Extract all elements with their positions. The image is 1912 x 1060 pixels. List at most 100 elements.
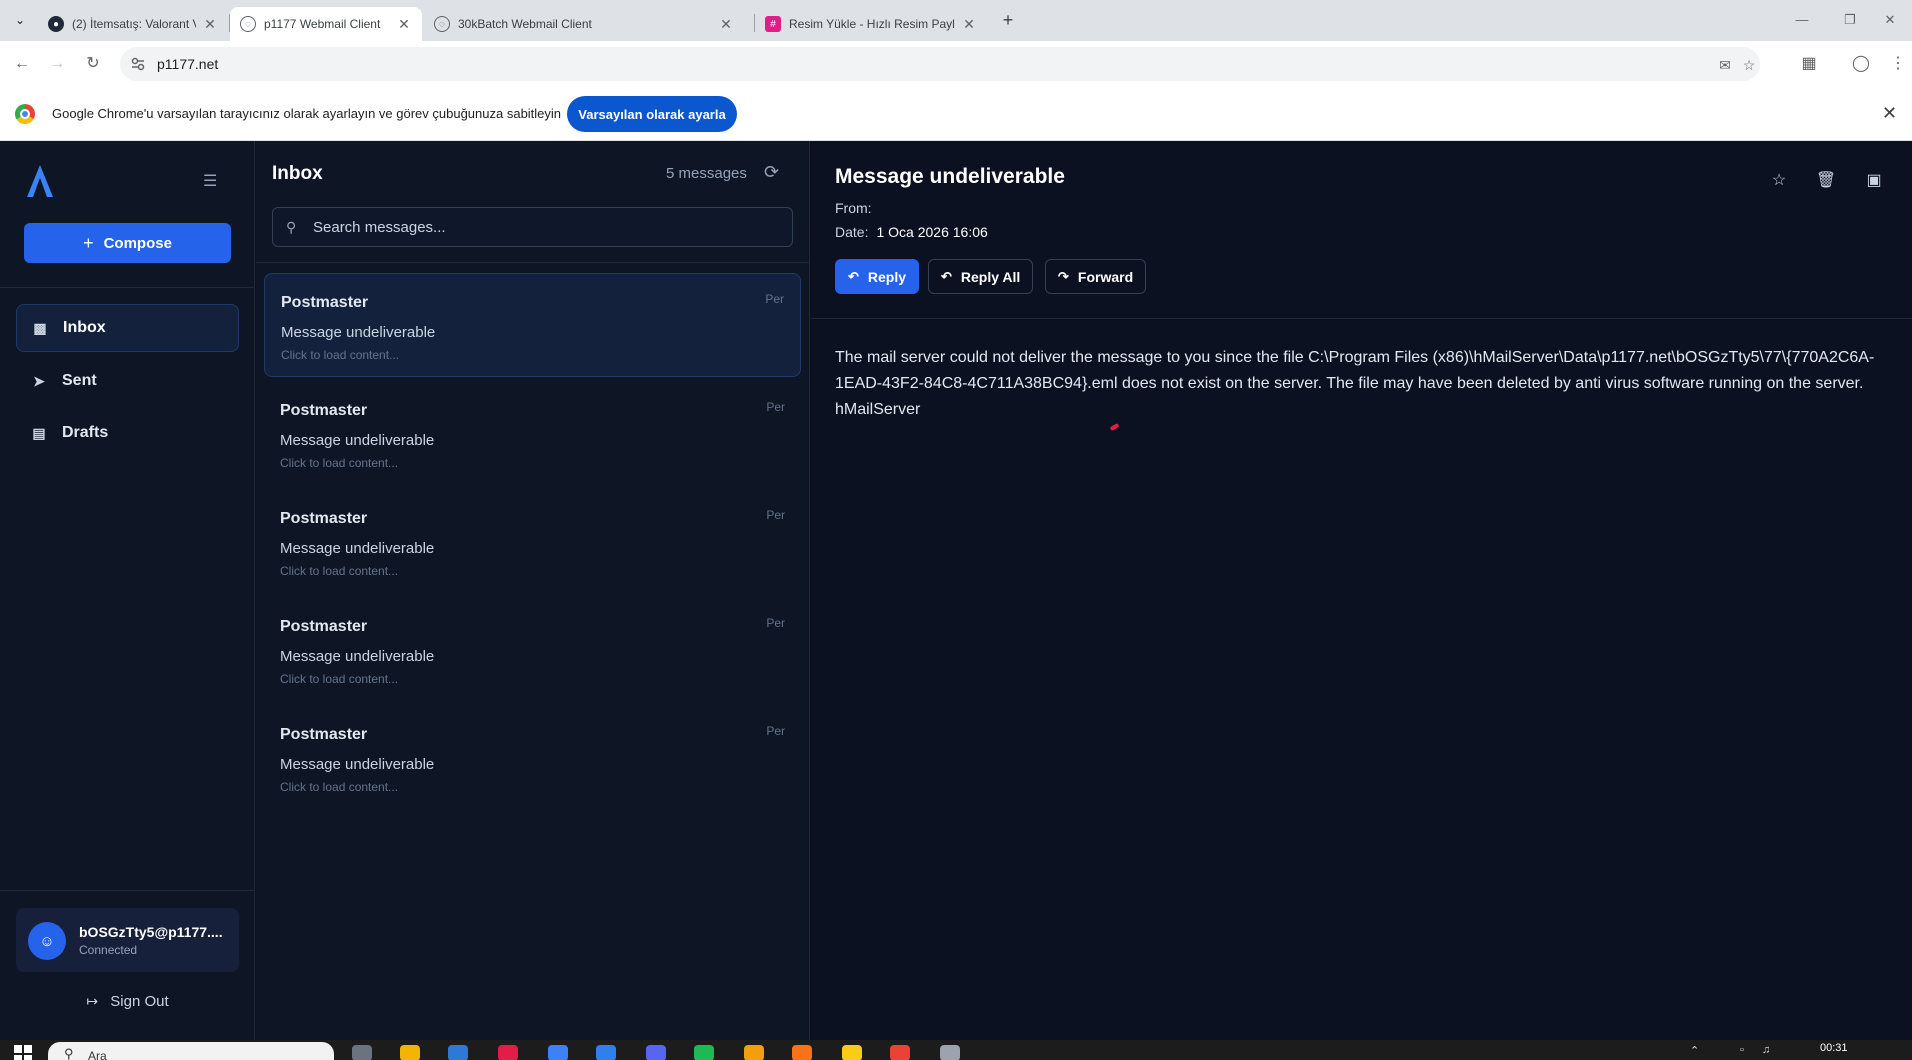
address-bar-row: ← → ↻ p1177.net ✉ ☆ ▦ ◯ ⋮: [0, 41, 1912, 86]
file-explorer-icon[interactable]: [400, 1045, 420, 1060]
tab-30kbatch-webmail[interactable]: ◌ 30kBatch Webmail Client ✕: [424, 7, 744, 41]
new-tab-icon[interactable]: +: [996, 8, 1020, 32]
folder-title: Inbox: [272, 163, 323, 184]
message-preview: Click to load content...: [280, 456, 399, 470]
refresh-icon[interactable]: ⟳: [764, 162, 779, 183]
webmail-app: ☰ + Compose ▩ Inbox ➤ Sent ▤ Drafts ☺ bO…: [0, 141, 1912, 1040]
compose-button[interactable]: + Compose: [24, 223, 231, 263]
minimize-icon[interactable]: —: [1782, 6, 1822, 34]
close-tab-icon[interactable]: ✕: [396, 16, 412, 33]
forward-icon[interactable]: →: [44, 51, 70, 77]
archive-icon[interactable]: ▣: [1863, 170, 1885, 190]
app-icon[interactable]: [940, 1045, 960, 1060]
divider: [0, 890, 255, 891]
app-icon[interactable]: [548, 1045, 568, 1060]
close-tab-icon[interactable]: ✕: [961, 16, 977, 33]
task-view-icon[interactable]: [352, 1045, 372, 1060]
restore-icon[interactable]: ❐: [1830, 6, 1870, 34]
plus-icon: +: [83, 232, 94, 253]
globe-icon: ◌: [240, 16, 256, 32]
tab-resim-yukle[interactable]: # Resim Yükle - Hızlı Resim Paylaş ✕: [755, 7, 987, 41]
trash-icon[interactable]: 🗑︎: [1815, 170, 1837, 190]
search-box: ⚲: [272, 207, 793, 247]
user-account-card[interactable]: ☺ bOSGzTty5@p1177.... Connected: [16, 908, 239, 972]
profile-icon[interactable]: ◯: [1848, 51, 1874, 77]
inbox-icon: ▩: [33, 319, 47, 336]
message-item[interactable]: Postmaster Per Message undeliverable Cli…: [264, 706, 801, 810]
sidebar-item-drafts[interactable]: ▤ Drafts: [16, 409, 239, 457]
connection-status: Connected: [79, 943, 138, 957]
app-icon[interactable]: [792, 1045, 812, 1060]
reply-button[interactable]: ↶ Reply: [835, 259, 920, 294]
message-item[interactable]: Postmaster Per Message undeliverable Cli…: [264, 382, 801, 486]
tab-valorant[interactable]: ● (2) İtemsatış: Valorant VP, Pu ✕: [38, 7, 228, 41]
date-row: Date: 1 Oca 2026 16:06: [835, 224, 988, 240]
windows-start-icon[interactable]: [14, 1045, 32, 1060]
omnibox[interactable]: p1177.net ✉ ☆: [120, 47, 1760, 81]
extensions-icon[interactable]: ▦: [1796, 51, 1822, 77]
taskbar-search-placeholder: Ara: [88, 1049, 107, 1060]
message-date: Per: [766, 400, 785, 414]
tab-title: (2) İtemsatış: Valorant VP, Pu: [72, 17, 196, 31]
reload-icon[interactable]: ↻: [80, 51, 106, 77]
sidebar-item-inbox[interactable]: ▩ Inbox: [16, 304, 239, 352]
message-item[interactable]: Postmaster Per Message undeliverable Cli…: [264, 490, 801, 594]
chevron-up-icon[interactable]: ⌃: [1690, 1044, 1699, 1057]
message-body: The mail server could not deliver the me…: [835, 349, 1875, 418]
message-date: Per: [765, 292, 784, 306]
browser-tab-strip: ⌄ ● (2) İtemsatış: Valorant VP, Pu ✕ ◌ p…: [0, 0, 1912, 41]
star-icon[interactable]: ☆: [1768, 170, 1790, 190]
tab-search-chevron-icon[interactable]: ⌄: [8, 8, 32, 32]
date-value: 1 Oca 2026 16:06: [876, 224, 988, 240]
volume-icon[interactable]: ♫: [1762, 1044, 1770, 1056]
sidebar-item-label: Inbox: [63, 319, 106, 336]
vscode-icon[interactable]: [596, 1045, 616, 1060]
store-icon[interactable]: [448, 1045, 468, 1060]
reply-all-label: Reply All: [960, 268, 1021, 285]
search-icon: ⚲: [64, 1046, 74, 1060]
back-icon[interactable]: ←: [9, 51, 35, 77]
discord-icon[interactable]: [646, 1045, 666, 1060]
chrome-icon[interactable]: [890, 1045, 910, 1060]
sidebar-item-label: Drafts: [62, 424, 109, 441]
message-item[interactable]: Postmaster Per Message undeliverable Cli…: [264, 273, 801, 377]
windows-taskbar: ⚲ Ara ⌃ ▫ ♫ 00:31: [0, 1040, 1912, 1060]
url-text: p1177.net: [157, 56, 219, 72]
translate-icon[interactable]: ✉: [1716, 56, 1734, 74]
close-infobar-icon[interactable]: ✕: [1882, 103, 1897, 124]
sign-out-button[interactable]: ↦ Sign Out: [0, 993, 255, 1010]
message-preview: Click to load content...: [281, 348, 400, 362]
close-tab-icon[interactable]: ✕: [718, 16, 734, 33]
chrome-menu-icon[interactable]: ⋮: [1885, 51, 1911, 77]
message-list-pane: Inbox 5 messages ⟳ ⚲ Postmaster Per Mess…: [256, 141, 810, 1040]
message-item[interactable]: Postmaster Per Message undeliverable Cli…: [264, 598, 801, 702]
forward-button[interactable]: ↷ Forward: [1045, 259, 1147, 294]
date-label: Date:: [835, 224, 869, 240]
message-sender: Postmaster: [280, 618, 368, 635]
menu-toggle-icon[interactable]: ☰: [203, 171, 219, 191]
sidebar-item-sent[interactable]: ➤ Sent: [16, 357, 239, 405]
network-icon[interactable]: ▫: [1740, 1044, 1744, 1056]
app-logo-icon: [27, 165, 53, 197]
spotify-icon[interactable]: [694, 1045, 714, 1060]
reply-all-button[interactable]: ↶ Reply All: [928, 259, 1034, 294]
message-sender: Postmaster: [280, 726, 368, 743]
sidebar-item-label: Sent: [62, 372, 97, 389]
opera-icon[interactable]: [498, 1045, 518, 1060]
tab-title: 30kBatch Webmail Client: [458, 17, 592, 31]
close-window-icon[interactable]: ✕: [1870, 6, 1910, 34]
set-default-button[interactable]: Varsayılan olarak ayarla: [567, 96, 737, 132]
bookmark-star-icon[interactable]: ☆: [1740, 56, 1758, 74]
app-icon[interactable]: [842, 1045, 862, 1060]
send-icon: ➤: [33, 372, 45, 389]
close-tab-icon[interactable]: ✕: [202, 16, 218, 33]
site-info-icon[interactable]: [130, 56, 146, 72]
search-input[interactable]: [313, 208, 783, 246]
message-sender: Postmaster: [281, 294, 369, 311]
tab-p1177-webmail[interactable]: ◌ p1177 Webmail Client ✕: [230, 7, 422, 41]
forward-icon: ↷: [1058, 268, 1069, 284]
message-preview: Click to load content...: [280, 672, 399, 686]
app-icon[interactable]: [744, 1045, 764, 1060]
divider: [256, 262, 810, 263]
taskbar-search[interactable]: ⚲ Ara: [48, 1042, 334, 1060]
